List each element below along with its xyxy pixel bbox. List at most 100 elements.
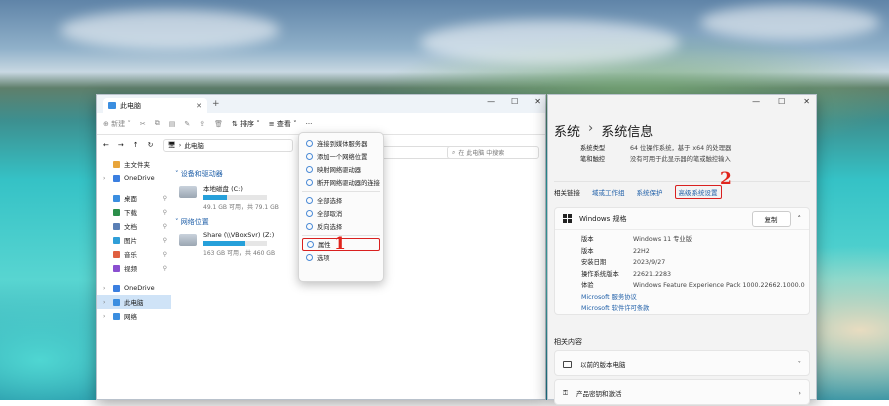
- chevron-right-icon[interactable]: ›: [103, 313, 109, 320]
- windows-logo-icon: [563, 214, 572, 223]
- breadcrumb-separator: ›: [588, 121, 594, 136]
- minimize-button[interactable]: —: [752, 97, 760, 106]
- sidebar-item-label: 此电脑: [124, 299, 144, 307]
- chevron-down-icon: ˅: [797, 360, 801, 368]
- search-icon: ⌕: [452, 148, 456, 156]
- close-button[interactable]: ✕: [803, 97, 810, 106]
- context-menu-item[interactable]: 连接到媒体服务器: [302, 137, 380, 150]
- link-system-protection[interactable]: 系统保护: [637, 187, 663, 197]
- sidebar-item[interactable]: 文档 ⚲: [97, 219, 171, 233]
- new-button[interactable]: ⊕ 新建 ˅: [103, 119, 131, 129]
- sidebar-item[interactable]: 图片 ⚲: [97, 233, 171, 247]
- sidebar-item[interactable]: 音乐 ⚲: [97, 247, 171, 261]
- related-item-label: 产品密钥和激活: [575, 390, 622, 398]
- navigation-pane: 主文件夹 › OneDrive 桌面 ⚲ 下载 ⚲ 文档 ⚲ 图片 ⚲ 音乐 ⚲ 视频 ⚲ › OneDrive…: [97, 157, 171, 399]
- paste-icon[interactable]: ▤: [169, 120, 176, 128]
- context-menu-item[interactable]: 反向选择: [302, 220, 380, 233]
- menu-item-icon: [306, 179, 313, 186]
- spec-value: Windows Feature Experience Pack 1000.226…: [633, 282, 805, 289]
- context-menu-item[interactable]: 映射网络驱动器: [302, 163, 380, 176]
- sidebar-item[interactable]: › 网络: [97, 309, 171, 323]
- related-item-card[interactable]: 以前的版本电脑 ˅: [554, 350, 810, 376]
- related-links-label: 相关链接: [554, 188, 580, 197]
- windows-spec-header[interactable]: Windows 规格 复制 ˄: [555, 208, 809, 230]
- sidebar-item[interactable]: 下载 ⚲: [97, 205, 171, 219]
- sidebar-item[interactable]: 视频 ⚲: [97, 261, 171, 275]
- back-icon[interactable]: ←: [103, 141, 109, 149]
- more-button[interactable]: ···: [306, 120, 313, 128]
- spec-row: 版本 22H2: [581, 246, 809, 258]
- copy-icon[interactable]: ⧉: [155, 119, 160, 128]
- sidebar-item[interactable]: 桌面 ⚲: [97, 191, 171, 205]
- context-menu-item[interactable]: 断开网络驱动器的连接: [302, 176, 380, 189]
- context-menu-item[interactable]: 添加一个网络位置: [302, 150, 380, 163]
- annotation-number-1: 1: [334, 234, 346, 254]
- sidebar-item-label: OneDrive: [124, 174, 155, 182]
- minimize-button[interactable]: —: [487, 97, 495, 106]
- spec-key: 版本: [581, 247, 594, 255]
- delete-icon[interactable]: 🗑: [214, 120, 223, 128]
- pin-icon: ⚲: [162, 264, 167, 272]
- drive-usage-bar: [203, 241, 267, 246]
- sidebar-item[interactable]: › OneDrive: [97, 171, 171, 185]
- sidebar-item[interactable]: 主文件夹: [97, 157, 171, 171]
- chevron-right-icon[interactable]: ›: [103, 175, 109, 182]
- sidebar-item[interactable]: › OneDrive: [97, 281, 171, 295]
- spec-row: 安装日期 2023/9/27: [581, 257, 809, 269]
- address-field[interactable]: 🖥 › 此电脑: [162, 138, 293, 152]
- agreement-link[interactable]: Microsoft 软件许可条款: [581, 303, 809, 315]
- folder-icon: [113, 264, 120, 272]
- spec-key: 操作系统版本: [581, 270, 619, 278]
- menu-item-icon: [306, 166, 313, 173]
- sidebar-item-label: 主文件夹: [124, 161, 150, 169]
- settings-window: — ☐ ✕ 系统 › 系统信息 系统类型 64 位操作系统，基于 x64 的处理器…: [547, 94, 817, 405]
- spec-key: 系统类型: [580, 145, 606, 152]
- menu-item-label: 断开网络驱动器的连接: [317, 180, 380, 187]
- link-advanced-system-settings[interactable]: 高级系统设置: [674, 184, 722, 199]
- chevron-up-icon[interactable]: ˄: [798, 215, 802, 223]
- chevron-right-icon[interactable]: ›: [103, 299, 109, 306]
- tab-close-icon[interactable]: ✕: [196, 102, 202, 110]
- spec-key: 版本: [581, 236, 594, 243]
- close-button[interactable]: ✕: [534, 97, 541, 106]
- link-domain-workgroup[interactable]: 域或工作组: [592, 187, 625, 197]
- sort-button[interactable]: ⇅ 排序 ˅: [232, 119, 260, 129]
- folder-icon: [113, 222, 120, 230]
- maximize-button[interactable]: ☐: [778, 97, 785, 106]
- sidebar-item-label: 网络: [124, 313, 137, 321]
- this-pc-icon: [108, 102, 116, 109]
- forward-icon[interactable]: →: [118, 141, 124, 149]
- copy-button[interactable]: 复制: [751, 210, 791, 227]
- up-icon[interactable]: ↑: [133, 141, 139, 149]
- sidebar-item-label: 下载: [124, 209, 137, 217]
- drive-usage-bar: [203, 195, 267, 200]
- sidebar-item[interactable]: › 此电脑: [97, 295, 171, 309]
- context-menu-item[interactable]: 全部取消: [302, 207, 380, 220]
- menu-separator: [302, 191, 380, 192]
- view-button[interactable]: ≡ 查看 ˅: [269, 119, 297, 129]
- tab-this-pc[interactable]: 此电脑 ✕: [103, 98, 207, 113]
- chevron-right-icon[interactable]: ›: [103, 285, 109, 292]
- search-box[interactable]: ⌕ 在 此电脑 中搜索: [447, 146, 539, 159]
- cut-icon[interactable]: ✂: [140, 120, 146, 128]
- related-content-header: 相关内容: [554, 338, 582, 346]
- new-tab-button[interactable]: +: [212, 99, 220, 109]
- menu-item-icon: [307, 241, 314, 248]
- menu-item-icon: [306, 197, 313, 204]
- sidebar-item-label: 图片: [124, 237, 137, 245]
- pin-icon: ⚲: [162, 194, 167, 202]
- drive-name: Share (\\VBoxSvr) (Z:): [203, 231, 275, 239]
- spec-value: 22H2: [633, 247, 650, 255]
- pin-icon: ⚲: [162, 236, 167, 244]
- context-menu-item[interactable]: 全部选择: [302, 194, 380, 207]
- maximize-button[interactable]: ☐: [511, 97, 518, 106]
- breadcrumb-parent[interactable]: 系统: [554, 121, 580, 140]
- folder-icon: [113, 298, 120, 306]
- agreement-link[interactable]: Microsoft 服务协议: [581, 292, 809, 304]
- page-title: 系统信息: [601, 125, 654, 140]
- related-item-card[interactable]: ⚿ 产品密钥和激活 ›: [554, 379, 810, 405]
- share-icon[interactable]: ⇪: [199, 120, 205, 128]
- rename-icon[interactable]: ✎: [184, 120, 190, 128]
- refresh-icon[interactable]: ↻: [148, 141, 154, 149]
- windows-spec-card: Windows 规格 复制 ˄ 版本 Windows 11 专业版 版本 22H2 安装…: [554, 207, 810, 315]
